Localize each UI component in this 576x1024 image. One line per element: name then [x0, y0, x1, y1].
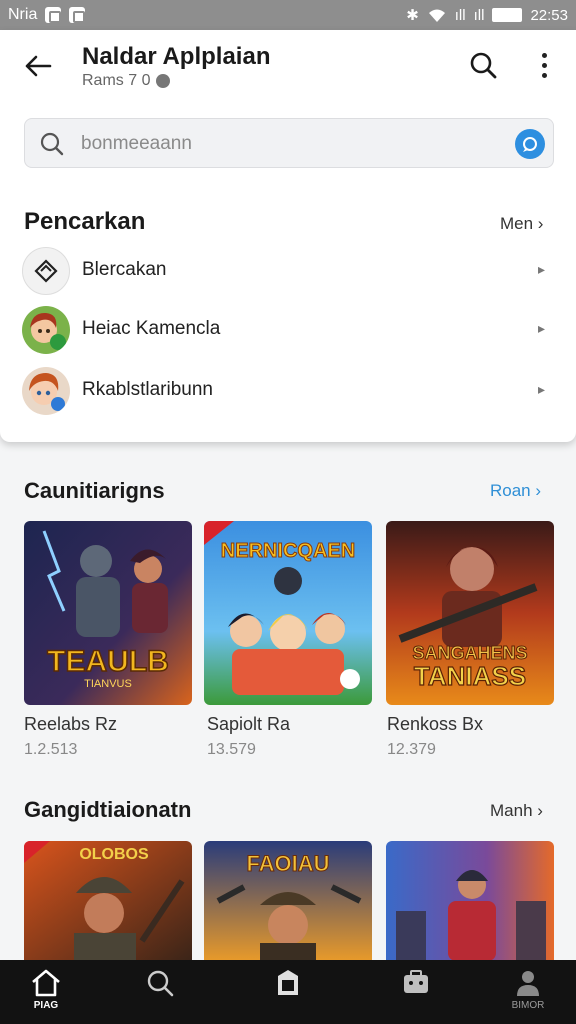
link-label: Manh — [490, 801, 533, 820]
library-icon — [278, 970, 298, 995]
nav-label: PIAG — [33, 1000, 59, 1011]
search-icon — [470, 52, 497, 79]
more-dot — [541, 62, 547, 68]
section-title: Pencarkan — [24, 208, 146, 235]
game-cover: FAOIAU — [204, 841, 372, 961]
game-card[interactable]: OLOBOS — [24, 841, 192, 961]
game-count: 12.379 — [387, 741, 436, 758]
list-item-label: Heiac Kamencla — [82, 318, 221, 339]
search-panel: Naldar Aplplaian Rams 7 0 bonmeeaann Pen… — [0, 30, 576, 442]
section-more-link[interactable]: Manh › — [490, 801, 543, 821]
list-item[interactable]: Rkablstlaribunn ▸ — [0, 363, 576, 419]
search-button[interactable] — [466, 48, 500, 82]
subtitle-text: Rams 7 0 — [82, 72, 151, 89]
nav-games[interactable] — [386, 968, 446, 1020]
section-title: Caunitiarigns — [24, 478, 165, 503]
game-count: 13.579 — [207, 741, 256, 758]
avatar — [22, 367, 70, 415]
verified-icon — [156, 74, 171, 88]
clock: 22:53 — [530, 6, 568, 24]
signal-icon: ıll — [454, 6, 466, 24]
nav-library[interactable] — [258, 968, 318, 1020]
search-placeholder: bonmeeaann — [81, 133, 192, 154]
list-item-label: Blercakan — [82, 259, 167, 280]
home-icon — [32, 969, 60, 997]
section-more-link[interactable]: Men › — [500, 214, 543, 234]
search-input[interactable]: bonmeeaann — [24, 118, 554, 168]
bottom-navigation: PIAG BIMOR — [0, 960, 576, 1024]
chevron-right-icon: ▸ — [538, 320, 546, 336]
more-dot — [541, 72, 547, 78]
page-title: Naldar Aplplaian — [82, 43, 271, 70]
voice-search-button[interactable] — [515, 129, 545, 159]
cover-title: SANGAHENS — [412, 643, 527, 663]
nav-home[interactable]: PIAG — [16, 968, 76, 1020]
page-subtitle: Rams 7 0 — [82, 72, 171, 90]
nav-profile[interactable]: BIMOR — [498, 968, 558, 1020]
chevron-right-icon: ▸ — [538, 381, 546, 397]
game-card[interactable]: SANGAHENS TANIASS — [386, 521, 554, 705]
game-card[interactable]: NERNICQAEN — [204, 521, 372, 705]
cover-title: NERNICQAEN — [221, 540, 355, 562]
search-icon — [40, 132, 64, 156]
game-cover: NERNICQAEN — [204, 521, 372, 705]
nav-label: BIMOR — [511, 1000, 545, 1011]
list-item[interactable]: Blercakan ▸ — [0, 243, 576, 299]
list-item[interactable]: Heiac Kamencla ▸ — [0, 302, 576, 358]
more-dot — [541, 52, 547, 58]
link-label: Men — [500, 214, 534, 233]
signal-icon-2: ıll — [473, 6, 485, 24]
game-cover — [386, 841, 554, 961]
profile-icon — [517, 971, 539, 996]
game-name: Renkoss Bx — [387, 714, 484, 734]
carrier-label: Nria — [8, 6, 38, 23]
link-label: Roan — [490, 481, 531, 500]
cover-subtitle: TANIASS — [414, 661, 526, 691]
status-bar: Nria ✱ ıll ıll 22:53 — [0, 0, 576, 30]
avatar — [22, 306, 70, 354]
list-item-label: Rkablstlaribunn — [82, 379, 213, 400]
game-cover: TEAULB TIANVUS — [24, 521, 192, 705]
section-more-link[interactable]: Roan › — [490, 481, 541, 501]
notification-icon-2 — [69, 7, 86, 23]
wifi-icon — [428, 9, 445, 22]
notification-icon — [45, 7, 62, 23]
app-bar: Naldar Aplplaian Rams 7 0 — [0, 30, 576, 110]
nav-search[interactable] — [130, 968, 190, 1020]
bluetooth-icon: ✱ — [406, 7, 419, 24]
gamepad-icon — [404, 970, 428, 993]
more-options-button[interactable] — [528, 48, 560, 82]
cover-title: OLOBOS — [79, 846, 149, 863]
game-card[interactable]: FAOIAU — [204, 841, 372, 961]
game-name: Reelabs Rz — [24, 714, 118, 734]
back-button[interactable] — [20, 48, 56, 84]
diamond-icon — [22, 247, 70, 295]
game-card[interactable]: TEAULB TIANVUS — [24, 521, 192, 705]
back-arrow-icon — [25, 55, 52, 77]
game-cover: SANGAHENS TANIASS — [386, 521, 554, 705]
search-icon — [147, 970, 174, 997]
chat-icon — [523, 137, 537, 152]
game-cover: OLOBOS — [24, 841, 192, 961]
battery-icon — [492, 8, 523, 22]
game-count: 1.2.513 — [24, 741, 78, 758]
section-title: Gangidtiaionatn — [24, 797, 192, 822]
cover-subtitle: TIANVUS — [84, 678, 132, 690]
chevron-right-icon: ▸ — [538, 261, 546, 277]
cover-title: FAOIAU — [246, 851, 329, 876]
cover-title: TEAULB — [47, 645, 169, 678]
game-name: Sapiolt Ra — [207, 714, 291, 734]
game-card[interactable] — [386, 841, 554, 961]
